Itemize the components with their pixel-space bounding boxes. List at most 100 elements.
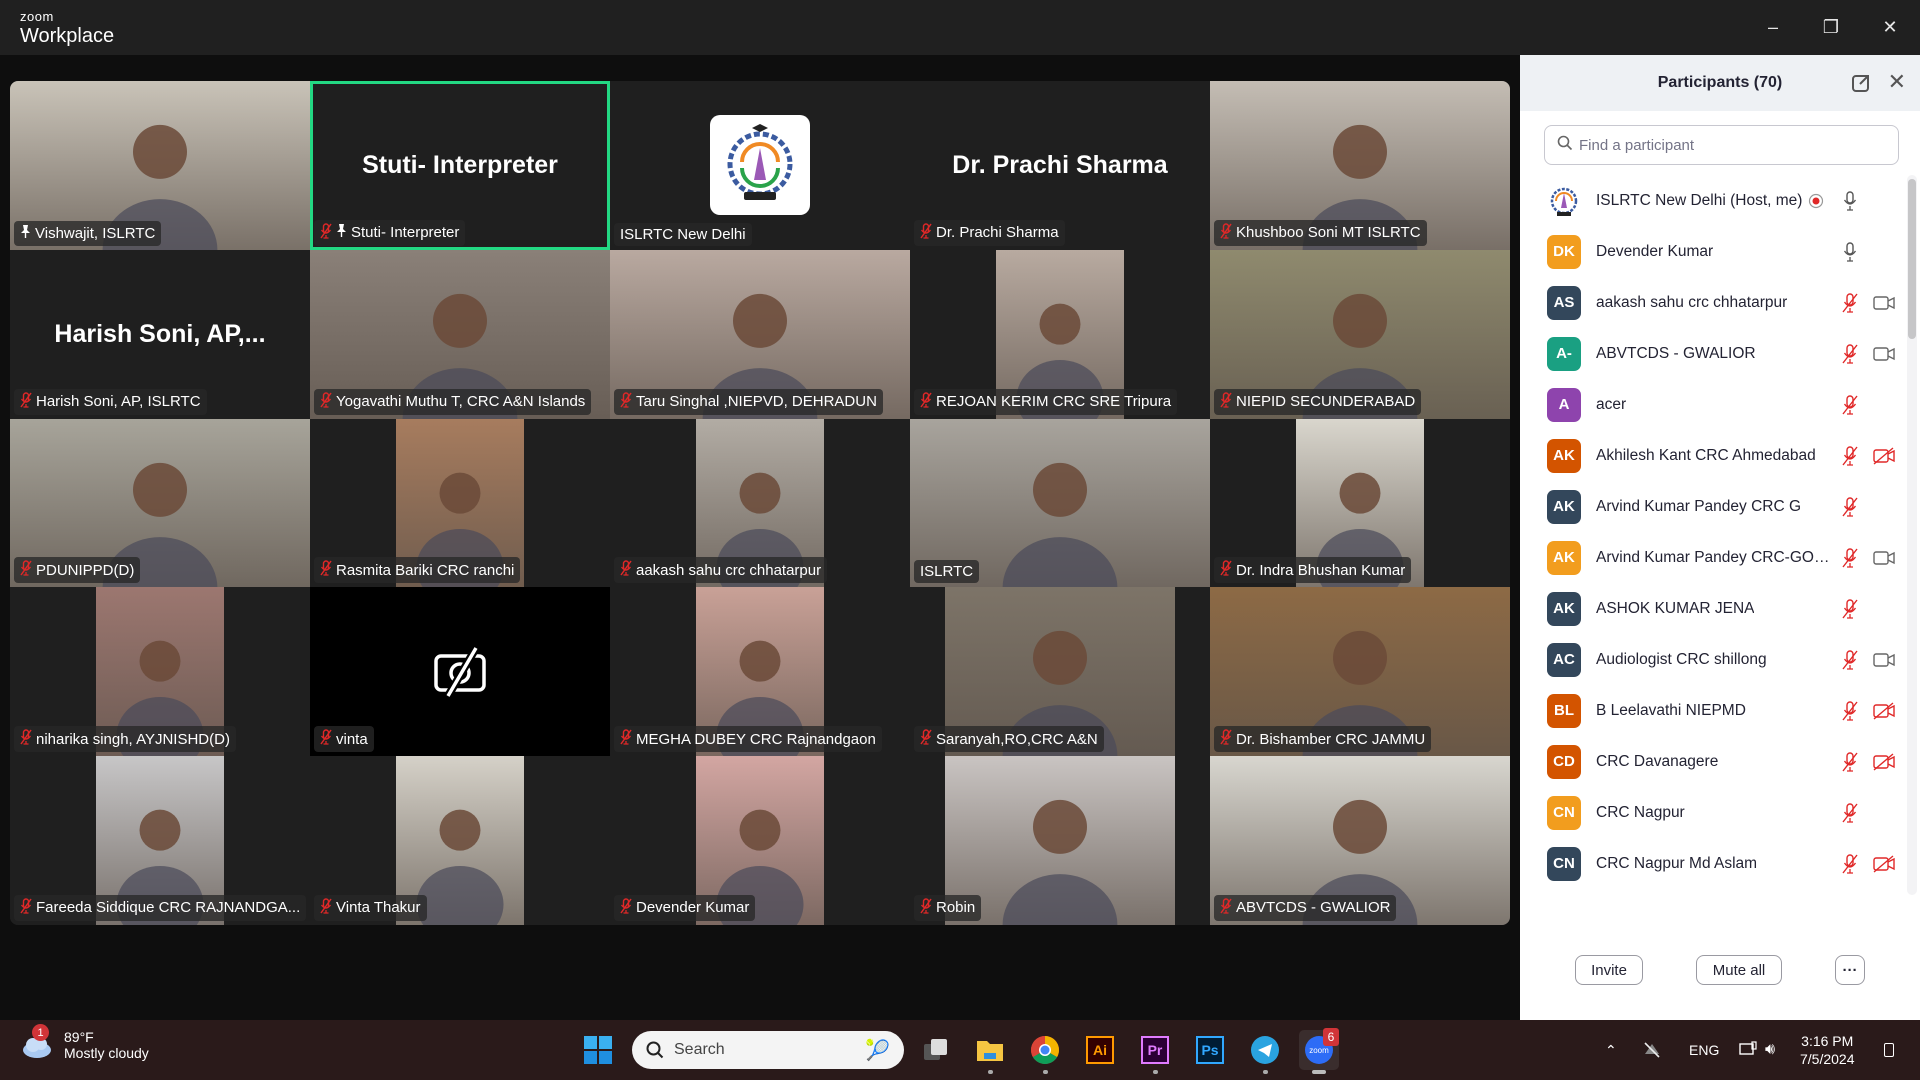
participant-avatar: AS (1547, 285, 1581, 320)
invite-button[interactable]: Invite (1575, 955, 1643, 985)
clock[interactable]: 3:16 PM 7/5/2024 (1800, 1020, 1855, 1080)
telegram-button[interactable] (1245, 1030, 1285, 1074)
pop-out-icon[interactable] (1850, 72, 1872, 94)
participant-tile[interactable]: Rasmita Bariki CRC ranchi (310, 418, 610, 588)
taskbar-search[interactable]: Search 🎾 (632, 1031, 904, 1069)
participant-list-item[interactable]: Aacer (1520, 379, 1907, 430)
participant-name-label: Saranyah,RO,CRC A&N (914, 726, 1104, 753)
participant-list-item[interactable]: AS aakash sahu crc chhatarpur (1520, 277, 1907, 328)
participant-list-item[interactable]: AK Akhilesh Kant CRC Ahmedabad (1520, 430, 1907, 481)
participant-tile[interactable]: Devender Kumar (610, 756, 910, 925)
mic-muted-icon[interactable] (1839, 445, 1861, 467)
show-hidden-icons[interactable]: ⌃ (1605, 1020, 1617, 1080)
participant-search-input[interactable] (1579, 136, 1879, 154)
mic-muted-icon[interactable] (1839, 802, 1861, 824)
participant-list-item[interactable]: AK ASHOK KUMAR JENA (1520, 583, 1907, 634)
participant-tile[interactable]: Saranyah,RO,CRC A&N (910, 587, 1210, 757)
participant-tile[interactable]: aakash sahu crc chhatarpur (610, 418, 910, 588)
restore-button[interactable]: ❐ (1803, 0, 1859, 55)
mic-muted-icon[interactable] (1839, 343, 1861, 365)
participant-tile[interactable]: PDUNIPPD(D) (10, 418, 310, 588)
participant-list-item[interactable]: CSCrc sikkim (1520, 889, 1907, 895)
participant-list-item[interactable]: AK Arvind Kumar Pandey CRC G (1520, 481, 1907, 532)
participant-tile[interactable]: Fareeda Siddique CRC RAJNANDGA... (10, 756, 310, 925)
participant-tile[interactable]: Dr. Bishamber CRC JAMMU (1210, 587, 1510, 757)
minimize-button[interactable]: – (1745, 0, 1801, 55)
mute-all-button[interactable]: Mute all (1696, 955, 1782, 985)
participant-tile[interactable]: REJOAN KERIM CRC SRE Tripura (910, 249, 1210, 419)
participant-tile[interactable]: ISLRTC (910, 418, 1210, 588)
participant-tile[interactable]: Harish Soni, AP,... Harish Soni, AP, ISLR… (10, 249, 310, 419)
file-explorer-button[interactable] (970, 1030, 1010, 1074)
mic-muted-icon[interactable] (1839, 292, 1861, 314)
participant-list-scrollbar[interactable] (1907, 175, 1917, 895)
more-options-button[interactable]: ··· (1835, 955, 1865, 985)
participant-tile[interactable]: Dr. Prachi Sharma Dr. Prachi Sharma (910, 81, 1210, 250)
video-off-icon[interactable] (1873, 445, 1895, 467)
participant-tile[interactable]: Taru Singhal ,NIEPVD, DEHRADUN (610, 249, 910, 419)
weather-widget[interactable]: 1 89°F Mostly cloudy (20, 1024, 149, 1062)
task-view-button[interactable] (916, 1030, 956, 1070)
participant-tile[interactable]: Yogavathi Muthu T, CRC A&N Islands (310, 249, 610, 419)
mic-muted-icon[interactable] (1839, 853, 1861, 875)
video-off-icon[interactable] (1873, 751, 1895, 773)
participant-status-icons (1839, 430, 1895, 481)
participant-tile[interactable]: Dr. Indra Bhushan Kumar (1210, 418, 1510, 588)
video-icon[interactable] (1873, 292, 1895, 314)
participant-list-item[interactable]: A- ABVTCDS - GWALIOR (1520, 328, 1907, 379)
participant-list-item[interactable]: BL B Leelavathi NIEPMD (1520, 685, 1907, 736)
participant-avatar: DK (1547, 234, 1581, 269)
participant-list-item[interactable]: DK Devender Kumar (1520, 226, 1907, 277)
scrollbar-thumb[interactable] (1908, 179, 1916, 339)
video-icon[interactable] (1873, 343, 1895, 365)
zoom-taskbar-button[interactable]: zoom 6 (1299, 1028, 1339, 1074)
mic-muted-icon[interactable] (1839, 496, 1861, 518)
participant-list-item[interactable]: CD CRC Davanagere (1520, 736, 1907, 787)
participant-tile[interactable]: Robin (910, 756, 1210, 925)
chrome-button[interactable] (1025, 1030, 1065, 1074)
network-off-icon[interactable] (1642, 1020, 1662, 1080)
mic-muted-icon[interactable] (1839, 649, 1861, 671)
participant-tile[interactable]: Vinta Thakur (310, 756, 610, 925)
video-icon[interactable] (1873, 547, 1895, 569)
close-window-button[interactable]: ✕ (1862, 0, 1918, 55)
mic-muted-icon[interactable] (1839, 700, 1861, 722)
language-indicator[interactable]: ENG (1689, 1020, 1719, 1080)
notification-icon[interactable] (1884, 1020, 1894, 1080)
participant-list-item[interactable]: AK Arvind Kumar Pandey CRC-GOR... (1520, 532, 1907, 583)
participant-list-item[interactable]: ISLRTC New Delhi (Host, me) (1520, 175, 1907, 226)
participant-name: ABVTCDS - GWALIOR (1236, 899, 1391, 917)
start-button[interactable] (578, 1030, 618, 1070)
display-icon[interactable] (1738, 1020, 1758, 1080)
participant-tile[interactable]: vinta (310, 587, 610, 757)
video-icon[interactable] (1873, 649, 1895, 671)
participant-tile[interactable]: Stuti- Interpreter Stuti- Interpreter (310, 81, 610, 250)
mic-muted-icon[interactable] (1839, 751, 1861, 773)
mic-icon[interactable] (1839, 190, 1861, 212)
participant-tile[interactable]: Khushboo Soni MT ISLRTC (1210, 81, 1510, 250)
participant-name: Stuti- Interpreter (351, 224, 460, 242)
illustrator-button[interactable]: Ai (1080, 1030, 1120, 1070)
premiere-button[interactable]: Pr (1135, 1030, 1175, 1074)
participant-tile[interactable]: niharika singh, AYJNISHD(D) (10, 587, 310, 757)
mic-icon[interactable] (1839, 241, 1861, 263)
volume-icon[interactable]: 🔊︎ (1765, 1020, 1775, 1080)
photoshop-button[interactable]: Ps (1190, 1030, 1230, 1070)
participant-tile[interactable]: ABVTCDS - GWALIOR (1210, 756, 1510, 925)
participant-tile[interactable]: Vishwajit, ISLRTC (10, 81, 310, 250)
participant-tile[interactable]: ISLRTC New Delhi (610, 81, 910, 250)
participant-tile[interactable]: MEGHA DUBEY CRC Rajnandgaon (610, 587, 910, 757)
mic-muted-icon[interactable] (1839, 598, 1861, 620)
participant-tile[interactable]: NIEPID SECUNDERABAD (1210, 249, 1510, 419)
participant-list-item[interactable]: CN CRC Nagpur Md Aslam (1520, 838, 1907, 889)
participant-search[interactable] (1544, 125, 1899, 165)
close-panel-icon[interactable]: ✕ (1888, 69, 1906, 95)
video-off-icon[interactable] (1873, 700, 1895, 722)
restore-icon: ❐ (1822, 17, 1840, 37)
mic-muted-icon[interactable] (1839, 394, 1861, 416)
participant-list-item[interactable]: AC Audiologist CRC shillong (1520, 634, 1907, 685)
participant-list-item[interactable]: CN CRC Nagpur (1520, 787, 1907, 838)
participant-status-icons (1839, 838, 1895, 889)
mic-muted-icon[interactable] (1839, 547, 1861, 569)
video-off-icon[interactable] (1873, 853, 1895, 875)
